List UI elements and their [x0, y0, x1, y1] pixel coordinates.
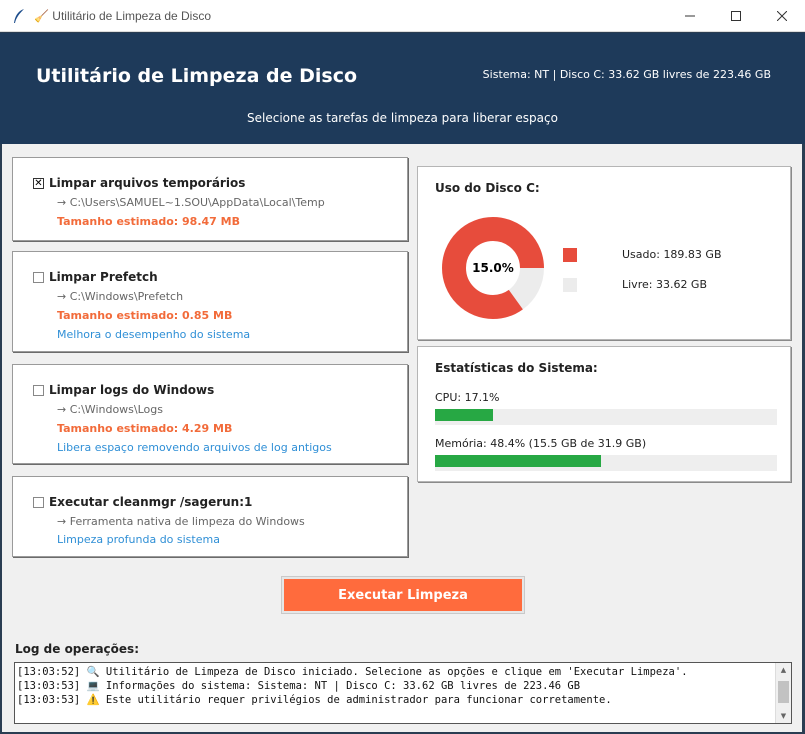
task-size: Tamanho estimado: 4.29 MB [57, 422, 233, 435]
stats-panel-title: Estatísticas do Sistema: [435, 361, 598, 375]
log-line: [13:03:53] ⚠️ Este utilitário requer pri… [17, 694, 612, 706]
app-header: Utilitário de Limpeza de Disco Sistema: … [0, 33, 805, 144]
memory-progress-bar [435, 455, 777, 471]
task-temp-files: ✕ Limpar arquivos temporários → C:\Users… [12, 157, 408, 241]
task-checkbox-row[interactable]: Limpar logs do Windows [33, 383, 214, 397]
task-note: Melhora o desempenho do sistema [57, 328, 251, 341]
task-label: Limpar Prefetch [49, 270, 158, 284]
task-label: Limpar arquivos temporários [49, 176, 246, 190]
close-icon [777, 11, 787, 21]
task-path: → C:\Users\SAMUEL~1.SOU\AppData\Local\Te… [57, 196, 325, 209]
task-prefetch: Limpar Prefetch → C:\Windows\Prefetch Ta… [12, 251, 408, 352]
task-checkbox-logs[interactable] [33, 384, 44, 396]
task-label: Limpar logs do Windows [49, 383, 215, 397]
scroll-up-arrow-icon[interactable]: ▲ [776, 663, 791, 677]
memory-label: Memória: 48.4% (15.5 GB de 31.9 GB) [435, 437, 647, 450]
task-note: Limpeza profunda do sistema [57, 533, 220, 546]
memory-progress-fill [435, 455, 601, 467]
log-line: [13:03:52] 🔍 Utilitário de Limpeza de Di… [17, 666, 688, 678]
window-title: 🧹 Utilitário de Limpeza de Disco [34, 9, 212, 23]
task-path: → Ferramenta nativa de limpeza do Window… [57, 515, 305, 528]
broom-icon: 🧹 [34, 9, 53, 23]
cpu-progress-fill [435, 409, 494, 421]
feather-icon [14, 9, 24, 23]
task-checkbox-temp[interactable]: ✕ [33, 177, 44, 189]
task-note: Libera espaço removendo arquivos de log … [57, 441, 332, 454]
log-textarea[interactable]: [13:03:52] 🔍 Utilitário de Limpeza de Di… [14, 662, 792, 724]
maximize-icon [731, 11, 741, 21]
task-checkbox-row[interactable]: Limpar Prefetch [33, 270, 158, 284]
page-title: Utilitário de Limpeza de Disco [36, 65, 358, 87]
task-cleanmgr: Executar cleanmgr /sagerun:1 → Ferrament… [12, 476, 408, 557]
maximize-button[interactable] [713, 0, 759, 32]
disk-panel-title: Uso do Disco C: [435, 181, 540, 195]
execute-cleanup-button[interactable]: Executar Limpeza [281, 576, 525, 614]
legend-free-swatch [563, 278, 577, 292]
system-stats-panel: Estatísticas do Sistema: CPU: 17.1% Memó… [417, 346, 791, 482]
close-button[interactable] [759, 0, 805, 32]
log-title: Log de operações: [15, 642, 139, 656]
task-path: → C:\Windows\Prefetch [57, 290, 184, 303]
scroll-down-arrow-icon[interactable]: ▼ [776, 709, 791, 723]
task-checkbox-row[interactable]: Executar cleanmgr /sagerun:1 [33, 495, 252, 509]
task-checkbox-prefetch[interactable] [33, 271, 44, 283]
scrollbar-thumb[interactable] [778, 681, 789, 703]
minimize-icon [685, 15, 695, 17]
legend-free-label: Livre: 33.62 GB [622, 278, 708, 291]
legend-used-label: Usado: 189.83 GB [622, 248, 722, 261]
legend-used-swatch [563, 248, 577, 262]
task-windows-logs: Limpar logs do Windows → C:\Windows\Logs… [12, 364, 408, 464]
main-area: ✕ Limpar arquivos temporários → C:\Users… [2, 144, 802, 732]
system-info: Sistema: NT | Disco C: 33.62 GB livres d… [482, 68, 771, 81]
cpu-label: CPU: 17.1% [435, 391, 500, 404]
task-size: Tamanho estimado: 0.85 MB [57, 309, 233, 322]
minimize-button[interactable] [667, 0, 713, 32]
task-label: Executar cleanmgr /sagerun:1 [49, 495, 253, 509]
log-line: [13:03:53] 💻 Informações do sistema: Sis… [17, 680, 581, 692]
page-subtitle: Selecione as tarefas de limpeza para lib… [247, 111, 558, 125]
log-lines: [13:03:52] 🔍 Utilitário de Limpeza de Di… [17, 665, 773, 707]
task-checkbox-cleanmgr[interactable] [33, 496, 44, 508]
task-path: → C:\Windows\Logs [57, 403, 163, 416]
window-titlebar: 🧹 Utilitário de Limpeza de Disco [0, 0, 805, 32]
task-checkbox-row[interactable]: ✕ Limpar arquivos temporários [33, 176, 245, 190]
log-scrollbar[interactable]: ▲ ▼ [775, 663, 791, 723]
disk-free-percent: 15.0% [472, 261, 514, 275]
disk-usage-panel: Uso do Disco C: 15.0% Usado: 189.83 GB L… [417, 166, 791, 340]
task-size: Tamanho estimado: 98.47 MB [57, 215, 240, 228]
cpu-progress-bar [435, 409, 777, 425]
